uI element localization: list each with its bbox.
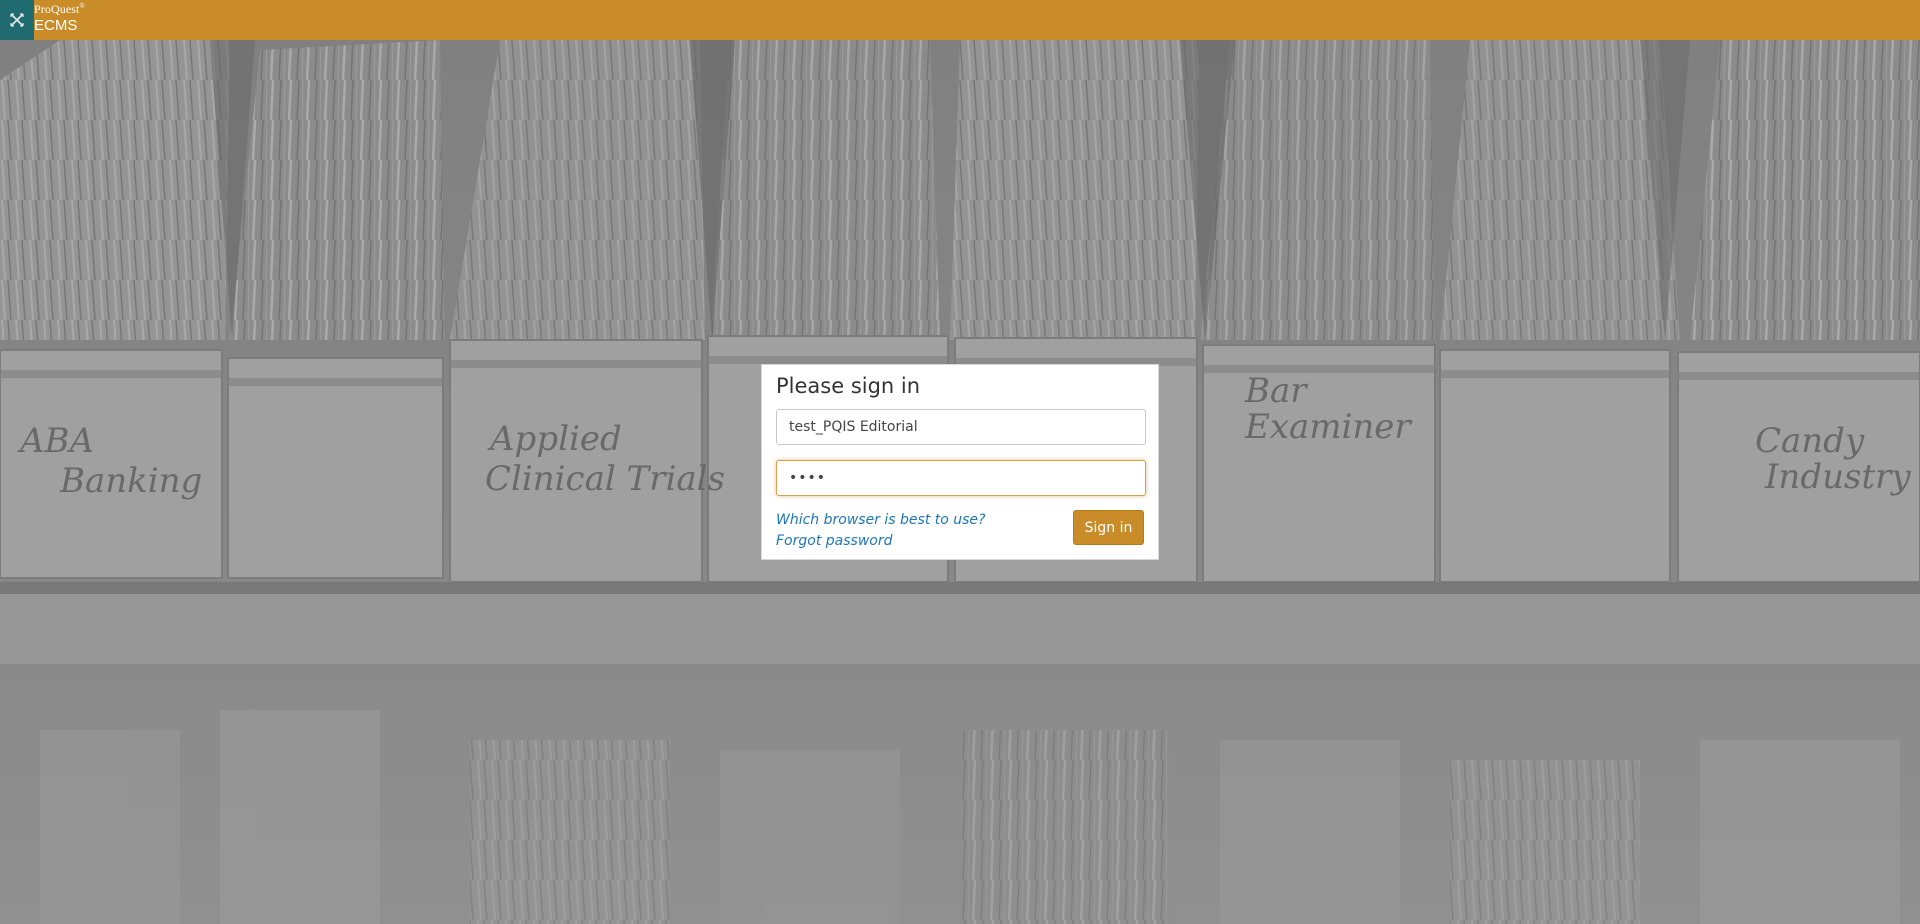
top-bar: ProQuest® ECMS bbox=[0, 0, 1920, 40]
signin-footer: Which browser is best to use? Forgot pas… bbox=[776, 510, 1144, 556]
app-menu-button[interactable] bbox=[0, 0, 34, 40]
signin-panel: Please sign in Which browser is best to … bbox=[761, 364, 1159, 560]
signin-title: Please sign in bbox=[776, 374, 921, 398]
username-input[interactable] bbox=[776, 409, 1146, 445]
signin-button[interactable]: Sign in bbox=[1073, 510, 1144, 545]
brand-name: ProQuest® bbox=[34, 2, 85, 16]
close-x-icon bbox=[10, 13, 24, 27]
brand-logo[interactable]: ProQuest® ECMS bbox=[34, 2, 85, 34]
product-name: ECMS bbox=[34, 17, 78, 34]
password-input[interactable] bbox=[776, 460, 1146, 496]
